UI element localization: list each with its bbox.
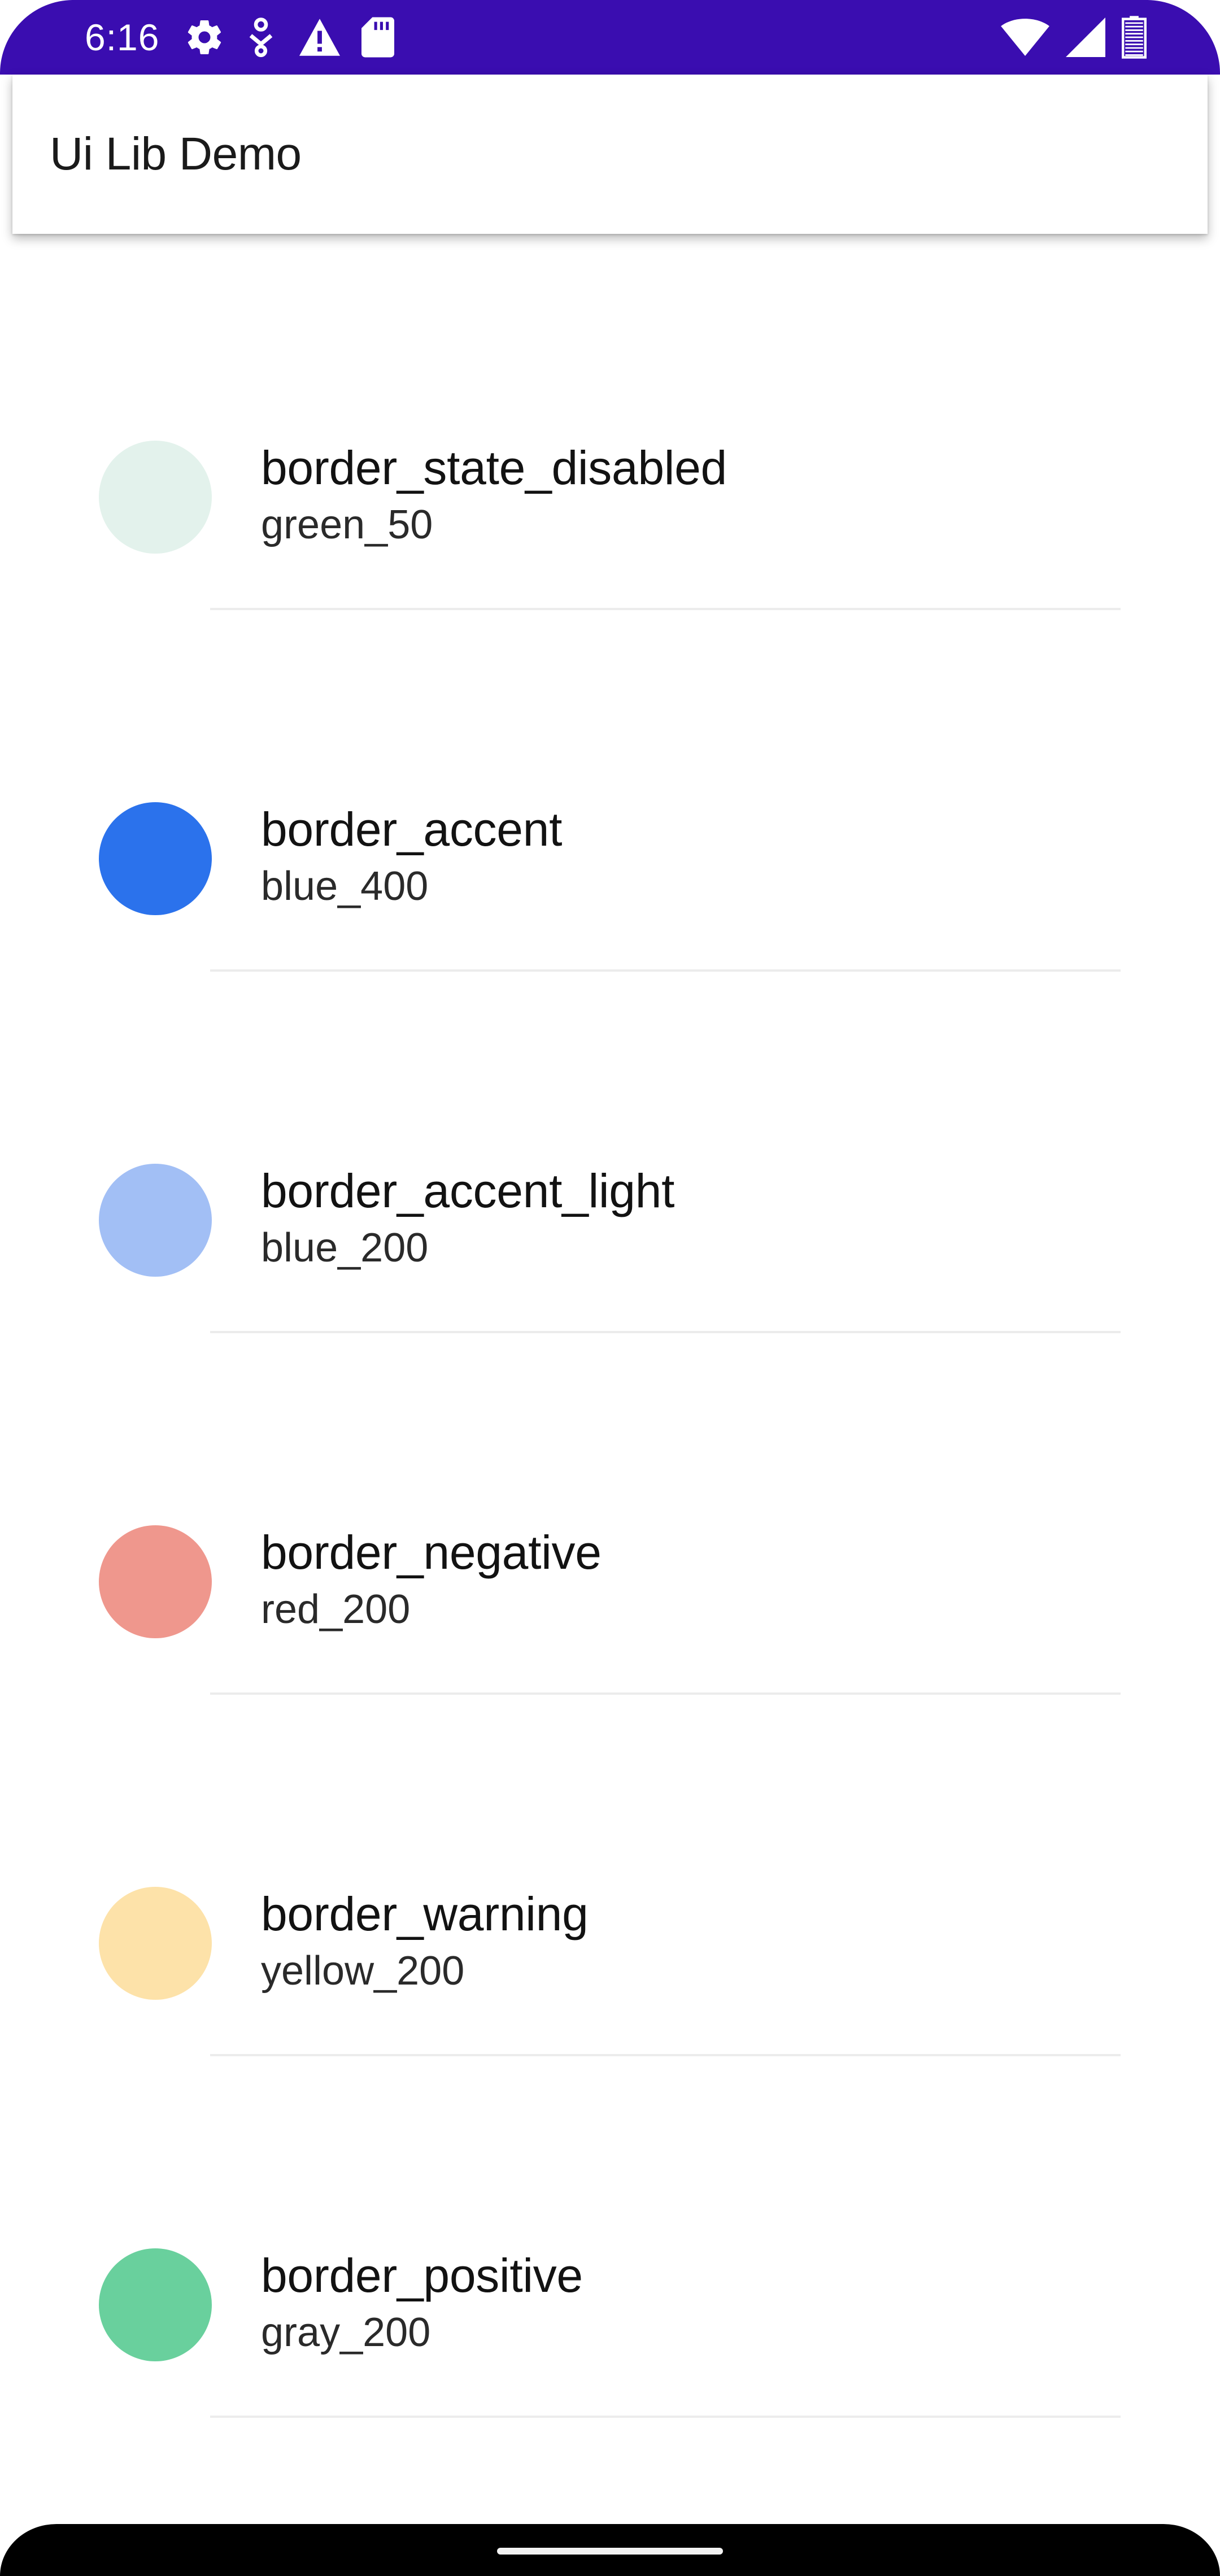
sd-card-icon xyxy=(361,17,395,58)
color-token-name: border_positive xyxy=(261,2249,583,2302)
color-swatch xyxy=(99,1164,212,1277)
color-swatch xyxy=(99,441,212,554)
status-time: 6:16 xyxy=(85,16,160,58)
color-token-name: border_state_disabled xyxy=(261,441,727,494)
list-item[interactable]: border_state_disabled green_50 xyxy=(0,249,1220,610)
warning-icon xyxy=(297,17,342,58)
color-swatch xyxy=(99,1525,212,1638)
color-swatch xyxy=(99,2248,212,2361)
color-list: border_state_disabled green_50 border_ac… xyxy=(0,249,1220,2418)
color-token-name: border_accent xyxy=(261,803,563,856)
status-bar-right xyxy=(1001,0,1147,75)
status-bar-left: 6:16 xyxy=(85,0,395,75)
color-token-value: blue_400 xyxy=(261,864,429,909)
cell-signal-icon xyxy=(1065,18,1106,57)
app-bar: Ui Lib Demo xyxy=(12,75,1208,234)
color-token-value: blue_200 xyxy=(261,1225,429,1270)
color-swatch xyxy=(99,802,212,915)
list-item[interactable]: border_positive gray_200 xyxy=(0,2056,1220,2418)
color-swatch xyxy=(99,1887,212,2000)
status-bar: 6:16 xyxy=(0,0,1220,75)
color-token-name: border_negative xyxy=(261,1526,602,1579)
app-title: Ui Lib Demo xyxy=(50,128,302,180)
list-item[interactable]: border_accent blue_400 xyxy=(0,610,1220,972)
battery-icon xyxy=(1122,16,1147,59)
color-token-value: gray_200 xyxy=(261,2310,431,2355)
color-token-value: red_200 xyxy=(261,1587,411,1632)
color-token-value: yellow_200 xyxy=(261,1948,465,1994)
divider xyxy=(210,2416,1121,2418)
settings-gear-icon xyxy=(184,17,225,58)
color-token-name: border_warning xyxy=(261,1887,589,1940)
list-item[interactable]: border_negative red_200 xyxy=(0,1333,1220,1695)
wifi-icon xyxy=(1001,19,1049,56)
list-item[interactable]: border_warning yellow_200 xyxy=(0,1695,1220,2056)
color-token-value: green_50 xyxy=(261,502,433,547)
color-token-name: border_accent_light xyxy=(261,1164,675,1217)
list-item[interactable]: border_accent_light blue_200 xyxy=(0,972,1220,1333)
home-gesture-handle[interactable] xyxy=(497,2548,723,2555)
download-person-icon xyxy=(244,17,278,58)
device-screen: 6:16 Ui Lib Demo border_state_disabled g… xyxy=(0,0,1220,2576)
